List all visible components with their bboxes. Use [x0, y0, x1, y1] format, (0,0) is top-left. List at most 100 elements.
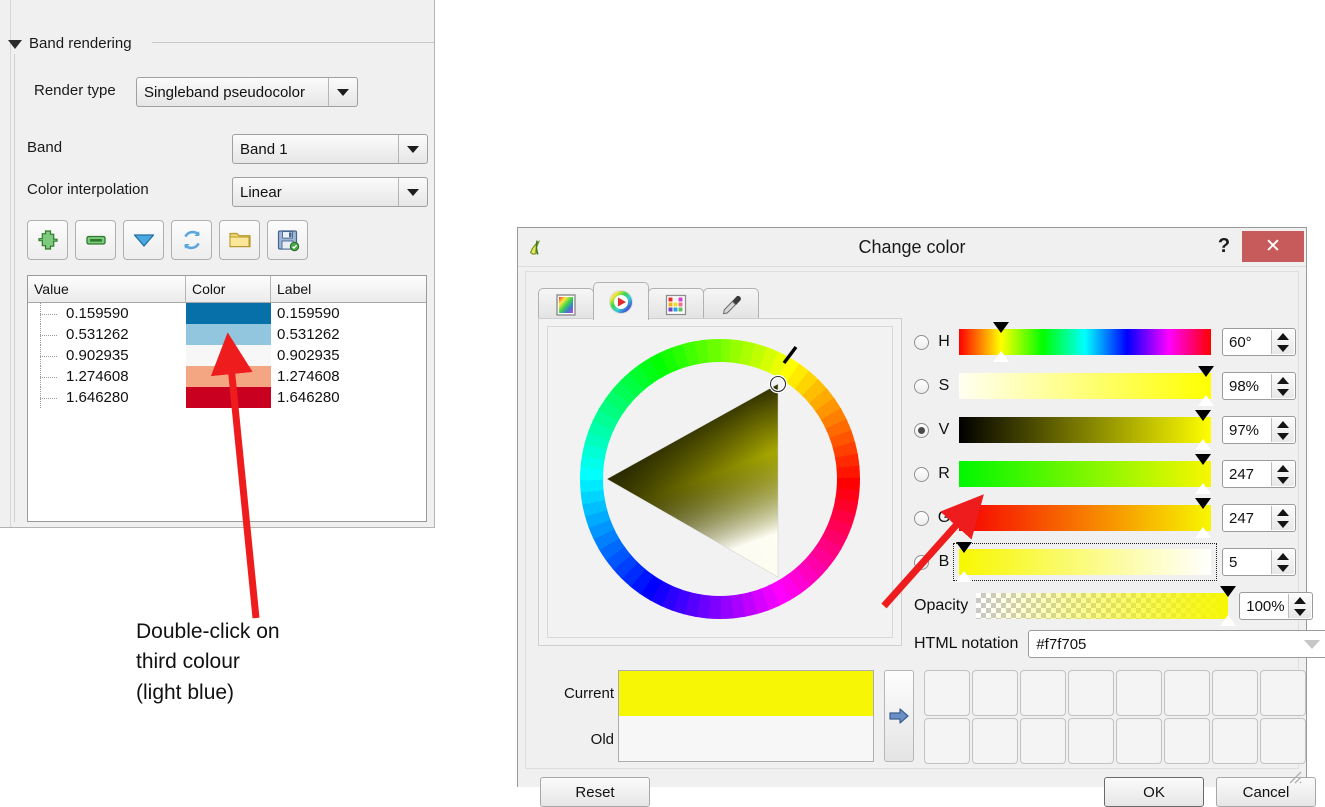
tab-color-ramp[interactable] — [538, 288, 594, 320]
slider-track-g[interactable] — [959, 498, 1212, 538]
spinbox-down-icon[interactable] — [1277, 432, 1289, 440]
spinbox-stepper[interactable] — [1271, 330, 1294, 354]
color-wheel-widget[interactable] — [547, 326, 893, 638]
row-value-cell[interactable]: 0.902935 — [28, 345, 186, 366]
slider-handle-top[interactable] — [956, 542, 973, 553]
table-row[interactable]: 0.159590 0.159590 — [28, 303, 426, 324]
spinbox-stepper[interactable] — [1271, 506, 1294, 530]
spinbox-stepper[interactable] — [1271, 418, 1294, 442]
slider-handle-bottom[interactable] — [1220, 615, 1237, 626]
add-entry-button[interactable] — [27, 220, 68, 260]
row-color-swatch[interactable] — [186, 387, 271, 408]
spinbox-down-icon[interactable] — [1277, 344, 1289, 352]
palette-swatch[interactable] — [1116, 718, 1162, 764]
palette-swatch[interactable] — [972, 670, 1018, 716]
radio-b[interactable] — [914, 554, 929, 570]
spinbox-b[interactable]: 5 — [1222, 548, 1296, 576]
render-type-combo[interactable]: Singleband pseudocolor — [136, 77, 358, 107]
table-row[interactable]: 0.902935 0.902935 — [28, 345, 426, 366]
spinbox-stepper[interactable] — [1288, 594, 1312, 618]
spinbox-s[interactable]: 98% — [1222, 372, 1296, 400]
spinbox-down-icon[interactable] — [1277, 564, 1289, 572]
spinbox-down-icon[interactable] — [1294, 608, 1307, 616]
row-label-text[interactable]: 0.159590 — [271, 303, 426, 324]
palette-swatch[interactable] — [924, 670, 970, 716]
table-row[interactable]: 1.646280 1.646280 — [28, 387, 426, 408]
slider-handle-top[interactable] — [1220, 586, 1237, 597]
table-row[interactable]: 1.274608 1.274608 — [28, 366, 426, 387]
palette-swatch[interactable] — [1068, 670, 1114, 716]
slider-handle-top[interactable] — [1195, 410, 1212, 421]
palette-swatch[interactable] — [1212, 718, 1258, 764]
palette-swatch[interactable] — [924, 718, 970, 764]
slider-handle-bottom[interactable] — [993, 351, 1010, 362]
spinbox-opacity[interactable]: 100% — [1239, 592, 1314, 620]
panel-scrollbar[interactable] — [0, 0, 11, 527]
save-ramp-button[interactable] — [267, 220, 308, 260]
palette-swatch[interactable] — [1260, 718, 1306, 764]
palette-swatch[interactable] — [972, 718, 1018, 764]
radio-g[interactable] — [914, 510, 929, 526]
tab-color-picker[interactable] — [703, 288, 759, 320]
band-combo[interactable]: Band 1 — [232, 134, 428, 164]
slider-handle-top[interactable] — [1195, 454, 1212, 465]
row-color-swatch[interactable] — [186, 345, 271, 366]
column-header-value[interactable]: Value — [28, 276, 186, 303]
chevron-down-icon[interactable] — [328, 78, 357, 106]
palette-swatch[interactable] — [1212, 670, 1258, 716]
palette-swatch[interactable] — [1068, 718, 1114, 764]
spinbox-up-icon[interactable] — [1277, 332, 1289, 340]
spinbox-stepper[interactable] — [1271, 550, 1294, 574]
chevron-down-icon[interactable] — [398, 178, 427, 206]
color-map-table[interactable]: Value Color Label 0.159590 0.159590 0.5312… — [27, 275, 427, 522]
slider-handle-bottom[interactable] — [1195, 527, 1212, 538]
reset-button[interactable]: Reset — [540, 777, 650, 807]
radio-h[interactable] — [914, 334, 929, 350]
row-color-swatch[interactable] — [186, 324, 271, 345]
spinbox-h[interactable]: 60° — [1222, 328, 1296, 356]
spinbox-down-icon[interactable] — [1277, 388, 1289, 396]
table-row[interactable]: 0.531262 0.531262 — [28, 324, 426, 345]
add-to-palette-button[interactable] — [884, 670, 914, 762]
slider-handle-top[interactable] — [1197, 366, 1214, 377]
remove-entry-button[interactable] — [75, 220, 116, 260]
palette-swatch[interactable] — [1164, 718, 1210, 764]
palette-swatch[interactable] — [1260, 670, 1306, 716]
chevron-down-icon[interactable] — [1304, 639, 1321, 649]
palette-swatch[interactable] — [1020, 718, 1066, 764]
radio-s[interactable] — [914, 378, 929, 394]
tab-color-swatches[interactable] — [648, 288, 704, 320]
spinbox-stepper[interactable] — [1271, 374, 1294, 398]
html-notation-input[interactable]: #f7f705 — [1028, 630, 1325, 658]
palette-swatch[interactable] — [1020, 670, 1066, 716]
old-color-swatch[interactable] — [619, 716, 873, 761]
row-value-cell[interactable]: 1.274608 — [28, 366, 186, 387]
slider-track-h[interactable] — [959, 322, 1211, 362]
chevron-down-icon[interactable] — [398, 135, 427, 163]
slider-handle-bottom[interactable] — [1197, 395, 1214, 406]
spinbox-g[interactable]: 247 — [1222, 504, 1296, 532]
row-label-text[interactable]: 0.531262 — [271, 324, 426, 345]
spinbox-stepper[interactable] — [1271, 462, 1294, 486]
radio-r[interactable] — [914, 466, 929, 482]
slider-handle-bottom[interactable] — [1195, 439, 1212, 450]
row-label-text[interactable]: 1.274608 — [271, 366, 426, 387]
spinbox-up-icon[interactable] — [1277, 420, 1289, 428]
band-rendering-group-header[interactable]: Band rendering — [8, 32, 428, 54]
spinbox-r[interactable]: 247 — [1222, 460, 1296, 488]
palette-swatch[interactable] — [1164, 670, 1210, 716]
color-interpolation-combo[interactable]: Linear — [232, 177, 428, 207]
row-value-cell[interactable]: 1.646280 — [28, 387, 186, 408]
radio-v[interactable] — [914, 422, 929, 438]
column-header-label[interactable]: Label — [271, 276, 426, 303]
slider-handle-top[interactable] — [1195, 498, 1212, 509]
close-button[interactable]: ✕ — [1242, 231, 1304, 262]
slider-track-r[interactable] — [959, 454, 1212, 494]
spinbox-up-icon[interactable] — [1277, 376, 1289, 384]
row-color-swatch[interactable] — [186, 303, 271, 324]
classify-button[interactable] — [171, 220, 212, 260]
sort-entries-button[interactable] — [123, 220, 164, 260]
slider-track-s[interactable] — [959, 366, 1214, 406]
slider-handle-bottom[interactable] — [956, 571, 973, 582]
help-button[interactable]: ? — [1211, 233, 1237, 260]
